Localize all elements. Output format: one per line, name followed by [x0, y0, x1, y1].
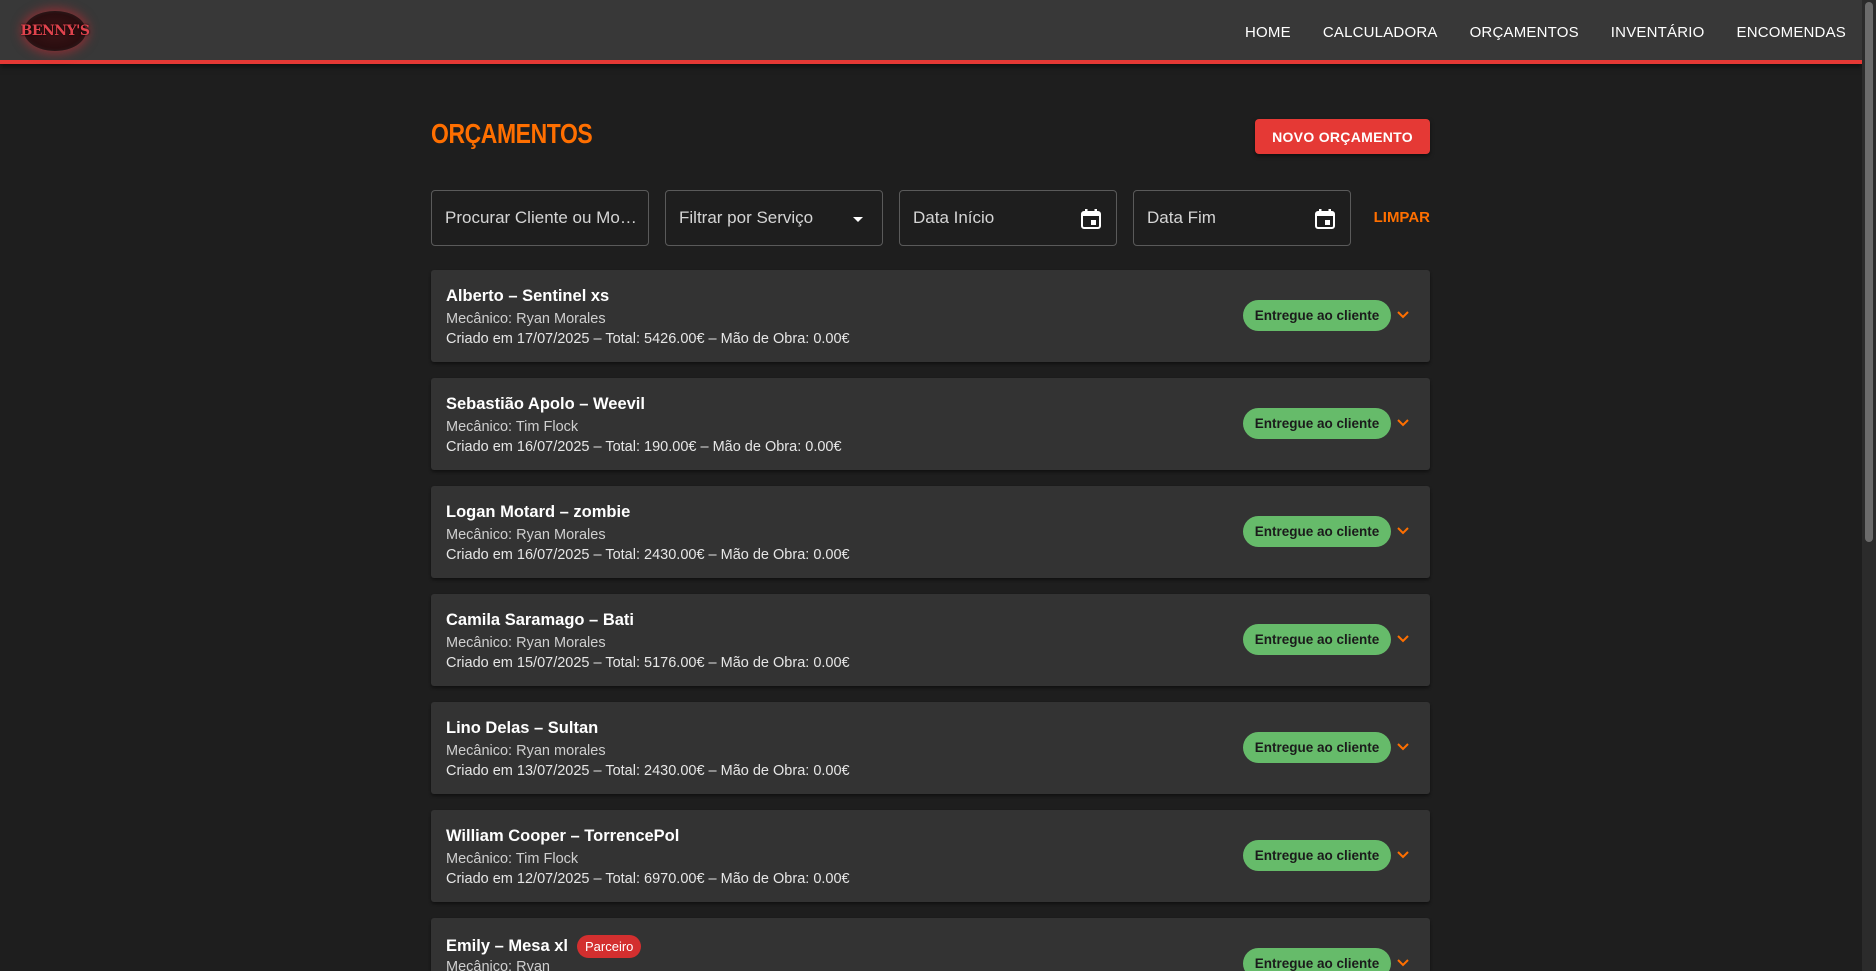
chevron-down-icon[interactable] [1396, 634, 1410, 644]
quote-card[interactable]: Logan Motard – zombie Mecânico: Ryan Mor… [431, 486, 1430, 578]
quote-meta: Criado em 15/07/2025 – Total: 5176.00€ –… [446, 655, 850, 671]
calendar-icon[interactable] [1314, 208, 1336, 230]
quote-title: Lino Delas – Sultan [446, 719, 598, 738]
status-badge[interactable]: Entregue ao cliente [1243, 840, 1391, 871]
quote-title-text: Sebastião Apolo – Weevil [446, 395, 645, 413]
quote-title: Sebastião Apolo – Weevil [446, 395, 645, 414]
quote-mechanic: Mecânico: Ryan Morales [446, 527, 606, 543]
chevron-down-icon[interactable] [1396, 418, 1410, 428]
quote-title: Camila Saramago – Bati [446, 611, 634, 630]
main-nav: HOME CALCULADORA ORÇAMENTOS INVENTÁRIO E… [1245, 0, 1862, 64]
nav-encomendas[interactable]: ENCOMENDAS [1736, 24, 1846, 41]
quote-title-text: Logan Motard – zombie [446, 503, 631, 521]
quote-meta: Criado em 17/07/2025 – Total: 5426.00€ –… [446, 331, 850, 347]
nav-orcamentos[interactable]: ORÇAMENTOS [1470, 24, 1579, 41]
chevron-down-icon[interactable] [1396, 850, 1410, 860]
quote-card[interactable]: Camila Saramago – Bati Mecânico: Ryan Mo… [431, 594, 1430, 686]
page-title: ORÇAMENTOS [431, 118, 593, 149]
status-badge[interactable]: Entregue ao cliente [1243, 624, 1391, 655]
quote-title: Logan Motard – zombie [446, 503, 630, 522]
quote-mechanic: Mecânico: Tim Flock [446, 419, 579, 435]
quote-card[interactable]: Emily – Mesa xl Parceiro Mecânico: Ryan … [431, 918, 1430, 971]
start-date-field[interactable]: Data Início [899, 190, 1117, 246]
chevron-down-icon[interactable] [1396, 526, 1410, 536]
quote-mechanic: Mecânico: Ryan morales [446, 743, 606, 759]
quote-mechanic: Mecânico: Ryan [446, 959, 550, 971]
end-date-field[interactable]: Data Fim [1133, 190, 1351, 246]
search-placeholder: Procurar Cliente ou Modelo [445, 208, 640, 227]
status-badge[interactable]: Entregue ao cliente [1243, 408, 1391, 439]
quote-meta: Criado em 12/07/2025 – Total: 6970.00€ –… [446, 871, 850, 887]
status-badge[interactable]: Entregue ao cliente [1243, 948, 1391, 971]
quote-title: William Cooper – TorrencePol [446, 827, 679, 846]
page-scrollbar[interactable] [1862, 0, 1876, 971]
service-select[interactable]: Filtrar por Serviço [665, 190, 883, 246]
quote-title-text: William Cooper – TorrencePol [446, 827, 680, 845]
quote-title-text: Camila Saramago – Bati [446, 611, 634, 629]
quote-card[interactable]: Sebastião Apolo – Weevil Mecânico: Tim F… [431, 378, 1430, 470]
quote-meta: Criado em 16/07/2025 – Total: 190.00€ – … [446, 439, 842, 455]
chevron-down-icon[interactable] [1396, 310, 1410, 320]
quote-card[interactable]: Alberto – Sentinel xs Mecânico: Ryan Mor… [431, 270, 1430, 362]
bennys-logo[interactable]: BENNY'S [21, 11, 90, 51]
start-date-label: Data Início [913, 208, 995, 227]
logo-text: BENNY'S [20, 23, 91, 39]
quote-mechanic: Mecânico: Tim Flock [446, 851, 579, 867]
nav-calculadora[interactable]: CALCULADORA [1323, 24, 1438, 41]
quote-title: Emily – Mesa xl Parceiro [446, 935, 642, 958]
calendar-icon[interactable] [1080, 208, 1102, 230]
scrollbar-thumb[interactable] [1865, 2, 1873, 542]
clear-filters-button[interactable]: LIMPAR [1374, 209, 1430, 226]
status-badge[interactable]: Entregue ao cliente [1243, 732, 1391, 763]
quote-mechanic: Mecânico: Ryan Morales [446, 635, 606, 651]
status-badge[interactable]: Entregue ao cliente [1243, 300, 1391, 331]
service-placeholder: Filtrar por Serviço [679, 208, 814, 227]
quote-mechanic: Mecânico: Ryan Morales [446, 311, 606, 327]
partner-badge: Parceiro [577, 935, 642, 958]
nav-home[interactable]: HOME [1245, 24, 1291, 41]
filters-bar: Procurar Cliente ou Modelo Filtrar por S… [431, 190, 1430, 246]
status-badge[interactable]: Entregue ao cliente [1243, 516, 1391, 547]
quote-title-text: Emily – Mesa xl [446, 937, 568, 955]
quote-meta: Criado em 13/07/2025 – Total: 2430.00€ –… [446, 763, 850, 779]
quote-meta: Criado em 16/07/2025 – Total: 2430.00€ –… [446, 547, 850, 563]
quote-card[interactable]: William Cooper – TorrencePol Mecânico: T… [431, 810, 1430, 902]
nav-inventario[interactable]: INVENTÁRIO [1611, 24, 1705, 41]
quote-title-text: Lino Delas – Sultan [446, 719, 599, 737]
quote-card[interactable]: Lino Delas – Sultan Mecânico: Ryan moral… [431, 702, 1430, 794]
quote-title-text: Alberto – Sentinel xs [446, 287, 610, 305]
end-date-label: Data Fim [1147, 208, 1216, 227]
chevron-down-icon[interactable] [1396, 742, 1410, 752]
search-input[interactable]: Procurar Cliente ou Modelo [431, 190, 649, 246]
chevron-down-icon[interactable] [1396, 958, 1410, 968]
dropdown-arrow-icon [853, 217, 863, 222]
new-quote-button[interactable]: NOVO ORÇAMENTO [1255, 119, 1430, 154]
top-app-bar: BENNY'S HOME CALCULADORA ORÇAMENTOS INVE… [0, 0, 1862, 64]
quote-title: Alberto – Sentinel xs [446, 287, 609, 306]
